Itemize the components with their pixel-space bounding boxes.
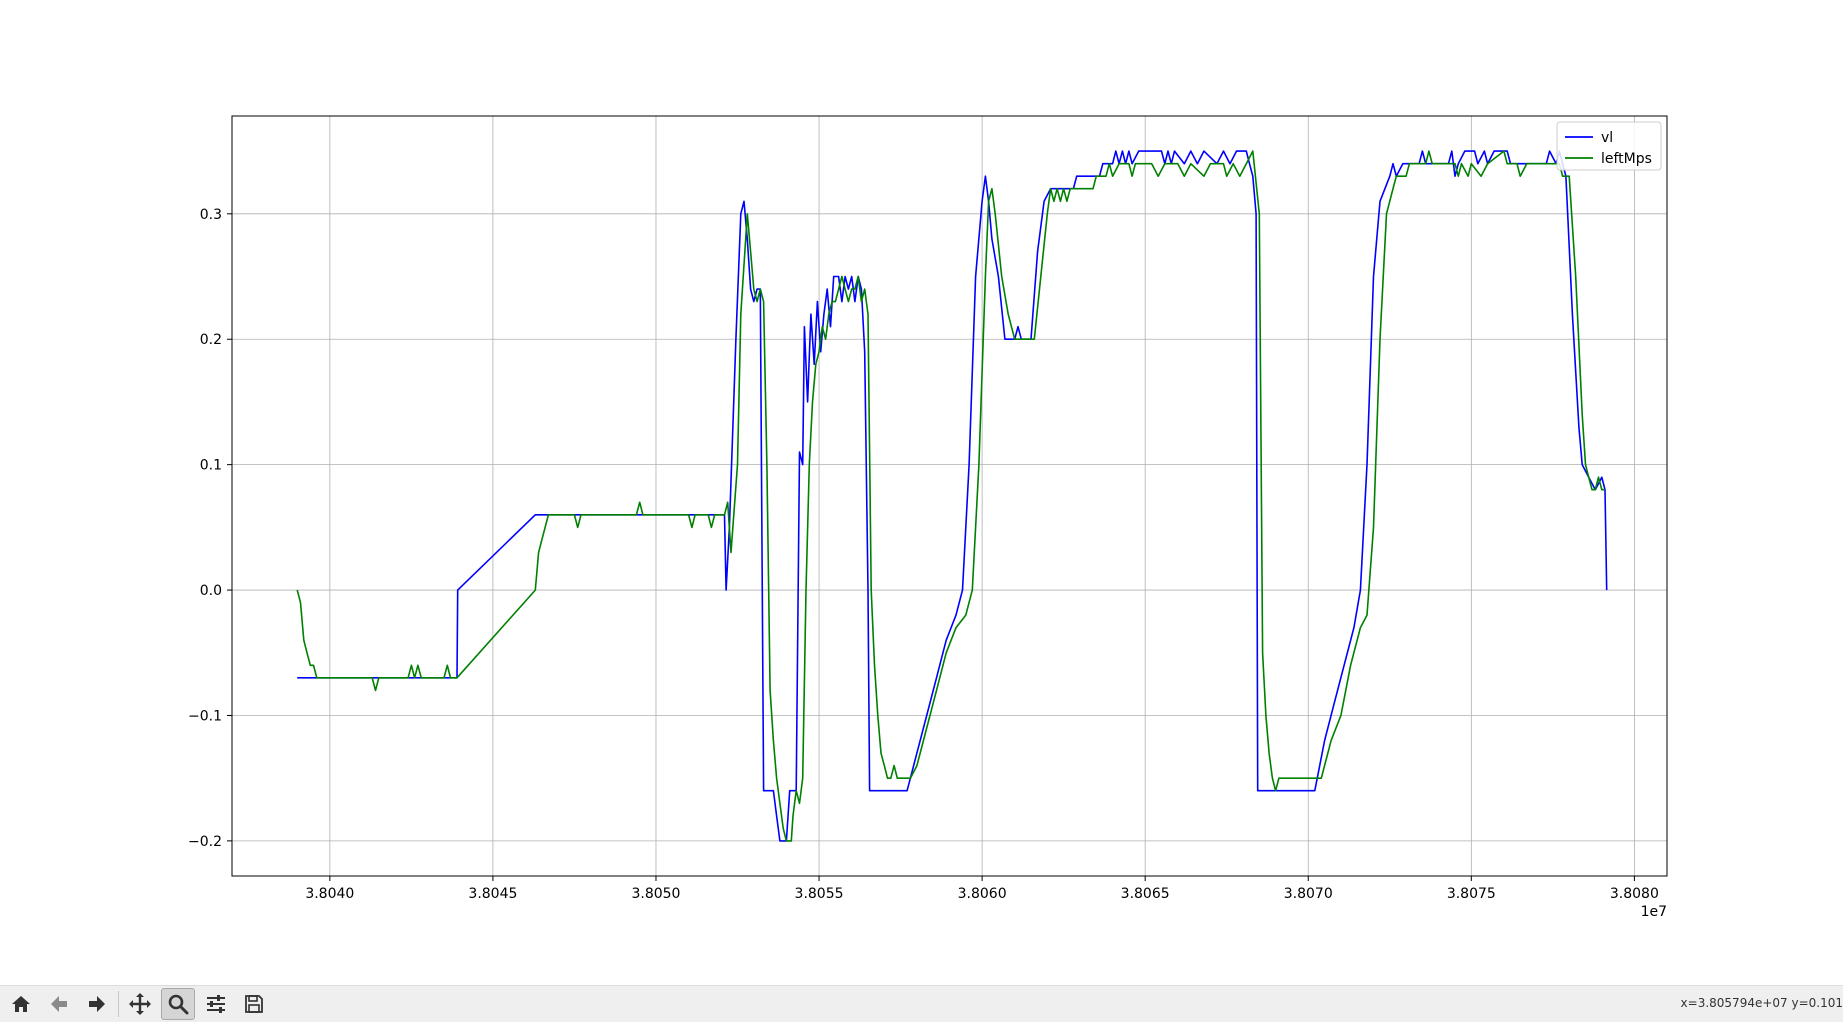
x-tick-label: 3.8070 — [1284, 886, 1333, 902]
line-chart: 3.8040 3.8045 3.8050 3.8055 3.8060 3.8065 3.80… — [188, 115, 1668, 920]
home-icon — [12, 996, 30, 1012]
y-tick-label: 0.2 — [200, 332, 222, 348]
save-button[interactable] — [237, 988, 271, 1020]
legend-label-vl: vl — [1601, 130, 1613, 146]
magnifier-icon — [168, 994, 189, 1015]
y-tick-label: −0.2 — [188, 834, 222, 850]
x-tick-label: 3.8075 — [1447, 886, 1496, 902]
legend-label-leftMps: leftMps — [1601, 151, 1652, 167]
plot-frame — [231, 115, 1668, 877]
move-icon — [129, 993, 151, 1015]
x-tick-label: 3.8065 — [1121, 886, 1170, 902]
sliders-icon — [207, 995, 225, 1013]
navigation-toolbar: x=3.805794e+07 y=0.101 — [0, 985, 1843, 1022]
forward-button[interactable] — [80, 988, 114, 1020]
figure-canvas[interactable]: 3.8040 3.8045 3.8050 3.8055 3.8060 3.8065 3.80… — [0, 0, 1843, 985]
y-tick-label: 0.0 — [200, 583, 222, 599]
toolbar-separator — [118, 991, 119, 1017]
x-tick-label: 3.8060 — [958, 886, 1007, 902]
floppy-disk-icon — [245, 995, 263, 1013]
x-tick-label: 3.8040 — [305, 886, 354, 902]
y-tick-label: −0.1 — [188, 708, 222, 724]
series-line-vl — [297, 150, 1608, 842]
x-tick-label: 3.8050 — [631, 886, 680, 902]
legend: vl leftMps — [1556, 121, 1662, 171]
back-button[interactable] — [42, 988, 76, 1020]
arrow-left-icon — [51, 996, 67, 1012]
x-tick-label: 3.8045 — [468, 886, 517, 902]
x-tick-label: 3.8055 — [795, 886, 844, 902]
y-tick-label: 0.3 — [200, 207, 222, 223]
coordinate-readout: x=3.805794e+07 y=0.101 — [1680, 996, 1843, 1010]
configure-subplots-button[interactable] — [199, 988, 233, 1020]
x-offset-label: 1e7 — [1641, 904, 1667, 920]
home-button[interactable] — [4, 988, 38, 1020]
arrow-right-icon — [89, 996, 105, 1012]
x-tick-label: 3.8080 — [1610, 886, 1659, 902]
pan-button[interactable] — [123, 988, 157, 1020]
zoom-button[interactable] — [161, 988, 195, 1020]
y-tick-label: 0.1 — [200, 458, 222, 474]
series-line-leftMps — [296, 150, 1605, 842]
